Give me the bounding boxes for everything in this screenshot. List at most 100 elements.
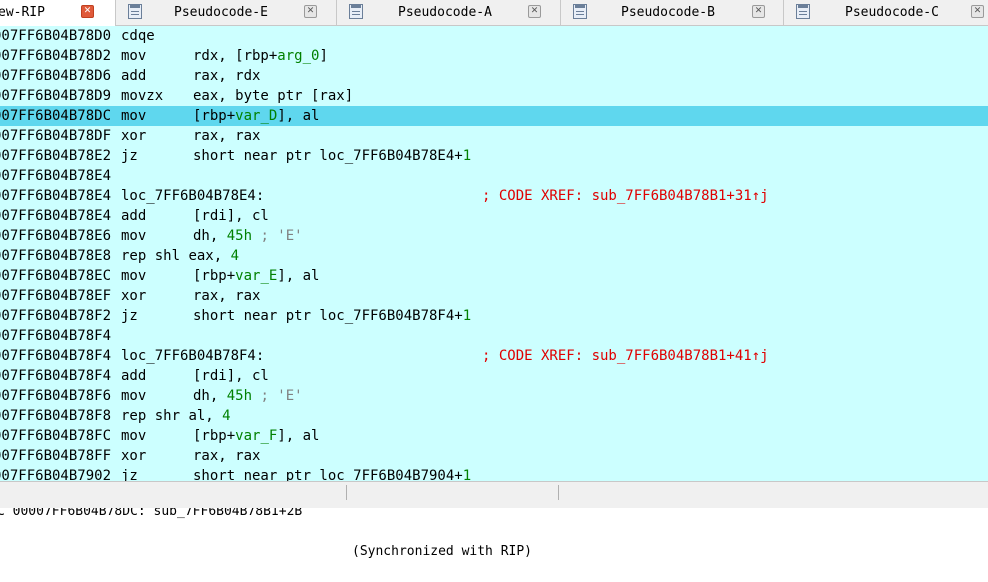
operand-part[interactable]: 1: [463, 148, 471, 164]
disasm-line[interactable]: 007FF6B04B78D6 add rax, rdx: [0, 66, 988, 86]
disasm-line[interactable]: 007FF6B04B78F8 rep shr al, 4: [0, 406, 988, 426]
disasm-line[interactable]: 007FF6B04B78DF xor rax, rax: [0, 126, 988, 146]
line-address: 007FF6B04B78EC: [0, 268, 112, 284]
operand-part: ], al: [277, 428, 320, 444]
operand-part[interactable]: 45h: [227, 388, 252, 404]
close-icon[interactable]: ✕: [528, 5, 541, 18]
disasm-line[interactable]: 007FF6B04B78F4: [0, 326, 988, 346]
operand-part[interactable]: 4: [231, 248, 239, 264]
xref-comment[interactable]: ; CODE XREF: sub_7FF6B04B78B1+31↑j: [482, 186, 769, 206]
code-label[interactable]: loc_7FF6B04B78F4:: [121, 346, 264, 366]
mnemonic: mov: [121, 388, 147, 404]
line-address: 007FF6B04B78F2: [0, 308, 112, 324]
operands: [rbp+var_E], al: [193, 266, 319, 286]
line-address: 007FF6B04B78EF: [0, 288, 112, 304]
operands: [rbp+var_F], al: [193, 426, 319, 446]
code-label[interactable]: loc_7FF6B04B78E4:: [121, 186, 264, 206]
disassembly-view[interactable]: 007FF6B04B78D0 cdqe 007FF6B04B78D2 mov rdx, …: [0, 26, 988, 481]
disasm-line[interactable]: 007FF6B04B78E4: [0, 166, 988, 186]
operand-part: [rbp+: [193, 428, 236, 444]
line-address: 007FF6B04B78E4: [0, 188, 112, 204]
disasm-line[interactable]: 007FF6B04B78D0 cdqe: [0, 26, 988, 46]
operand-part: dh,: [193, 388, 227, 404]
mnemonic: jz: [121, 148, 138, 164]
disasm-line[interactable]: 007FF6B04B78D9 movzx eax, byte ptr [rax]: [0, 86, 988, 106]
operand-part: eax, byte ptr [rax]: [193, 88, 354, 104]
xref-comment[interactable]: ; CODE XREF: sub_7FF6B04B78B1+41↑j: [482, 346, 769, 366]
disasm-line[interactable]: 007FF6B04B78DC mov [rbp+var_D], al: [0, 106, 988, 126]
disasm-line[interactable]: 007FF6B04B78E6 mov dh, 45h ; 'E': [0, 226, 988, 246]
operand-part[interactable]: var_E: [235, 268, 277, 284]
operands: [rdi], cl: [193, 366, 269, 386]
disasm-line[interactable]: 007FF6B04B78F4 add [rdi], cl: [0, 366, 988, 386]
disasm-line[interactable]: 007FF6B04B78E4 add [rdi], cl: [0, 206, 988, 226]
mnemonic: xor: [121, 448, 147, 464]
mnemonic: add: [121, 208, 147, 224]
operand-part: short near ptr loc_7FF6B04B7904+: [193, 468, 463, 481]
line-address: 007FF6B04B78F8: [0, 408, 112, 424]
disasm-line[interactable]: 007FF6B04B78E2 jz short near ptr loc_7FF6B…: [0, 146, 988, 166]
tab-pseudocode-e[interactable]: Pseudocode-E ✕: [116, 0, 337, 25]
tab-disassembly[interactable]: ew-RIP ✕: [0, 0, 116, 26]
operand-part: rdx, [rbp+: [193, 48, 278, 64]
disasm-line[interactable]: 007FF6B04B7902 jz short near ptr loc_7FF6B…: [0, 466, 988, 481]
mnemonic: mov: [121, 108, 147, 124]
operand-part: rax, rdx: [193, 68, 261, 84]
operand-part[interactable]: arg_0: [277, 48, 319, 64]
operand-part: [rbp+: [193, 108, 236, 124]
operands: short near ptr loc_7FF6B04B78F4+1: [193, 306, 471, 326]
operand-part: [rdi], cl: [193, 208, 269, 224]
operand-part: ], al: [277, 108, 320, 124]
disasm-line[interactable]: 007FF6B04B78F6 mov dh, 45h ; 'E': [0, 386, 988, 406]
operand-part: ; 'E': [252, 388, 303, 404]
line-address: 007FF6B04B78D9: [0, 88, 112, 104]
operand-part[interactable]: var_F: [235, 428, 277, 444]
disasm-line[interactable]: 007FF6B04B78E4 loc_7FF6B04B78E4: ; CODE XR…: [0, 186, 988, 206]
disasm-line[interactable]: 007FF6B04B78F2 jz short near ptr loc_7FF6B…: [0, 306, 988, 326]
disasm-line[interactable]: 007FF6B04B78EC mov [rbp+var_E], al: [0, 266, 988, 286]
mnemonic: mov: [121, 428, 147, 444]
line-address: 007FF6B04B78F4: [0, 328, 112, 344]
mnemonic: movzx: [121, 88, 164, 104]
tab-pseudocode-b[interactable]: Pseudocode-B ✕: [561, 0, 784, 25]
line-address: 007FF6B04B78E8: [0, 248, 112, 264]
tab-pseudocode-a[interactable]: Pseudocode-A ✕: [337, 0, 561, 25]
mnemonic: mov: [121, 268, 147, 284]
operand-part[interactable]: 1: [463, 308, 471, 324]
tab-pseudocode-c[interactable]: Pseudocode-C ✕: [784, 0, 988, 25]
operands: rax, rdx: [193, 66, 260, 86]
mnemonic: mov: [121, 48, 147, 64]
disasm-line[interactable]: 007FF6B04B78FC mov [rbp+var_F], al: [0, 426, 988, 446]
tab-label: Pseudocode-E: [174, 5, 268, 20]
close-icon[interactable]: ✕: [971, 5, 984, 18]
close-icon[interactable]: ✕: [81, 5, 94, 18]
disasm-line[interactable]: 007FF6B04B78F4 loc_7FF6B04B78F4: ; CODE XR…: [0, 346, 988, 366]
disasm-line[interactable]: 007FF6B04B78FF xor rax, rax: [0, 446, 988, 466]
mnemonic: jz: [121, 308, 138, 324]
operands: eax, 4: [188, 246, 239, 266]
line-address: 007FF6B04B78F6: [0, 388, 112, 404]
mnemonic: xor: [121, 288, 147, 304]
disasm-line[interactable]: 007FF6B04B78D2 mov rdx, [rbp+arg_0]: [0, 46, 988, 66]
operand-part[interactable]: 45h: [227, 228, 252, 244]
tab-label: Pseudocode-A: [398, 5, 492, 20]
line-address: 007FF6B04B78FF: [0, 448, 112, 464]
operand-part[interactable]: var_D: [235, 108, 277, 124]
status-separator: [346, 485, 347, 500]
line-address: 007FF6B04B78D6: [0, 68, 112, 84]
disasm-line[interactable]: 007FF6B04B78E8 rep shl eax, 4: [0, 246, 988, 266]
mnemonic: add: [121, 368, 147, 384]
operands: short near ptr loc_7FF6B04B78E4+1: [193, 146, 471, 166]
line-address: 007FF6B04B78E4: [0, 168, 112, 184]
close-icon[interactable]: ✕: [752, 5, 765, 18]
line-address: 007FF6B04B78F4: [0, 368, 112, 384]
operand-part[interactable]: 4: [222, 408, 230, 424]
operand-part[interactable]: 1: [463, 468, 471, 481]
disasm-line[interactable]: 007FF6B04B78EF xor rax, rax: [0, 286, 988, 306]
operands: [rbp+var_D], al: [193, 106, 319, 126]
document-icon: [349, 4, 363, 19]
mnemonic: mov: [121, 228, 147, 244]
operand-part: al,: [188, 408, 223, 424]
close-icon[interactable]: ✕: [304, 5, 317, 18]
tab-label: Pseudocode-B: [621, 5, 715, 20]
